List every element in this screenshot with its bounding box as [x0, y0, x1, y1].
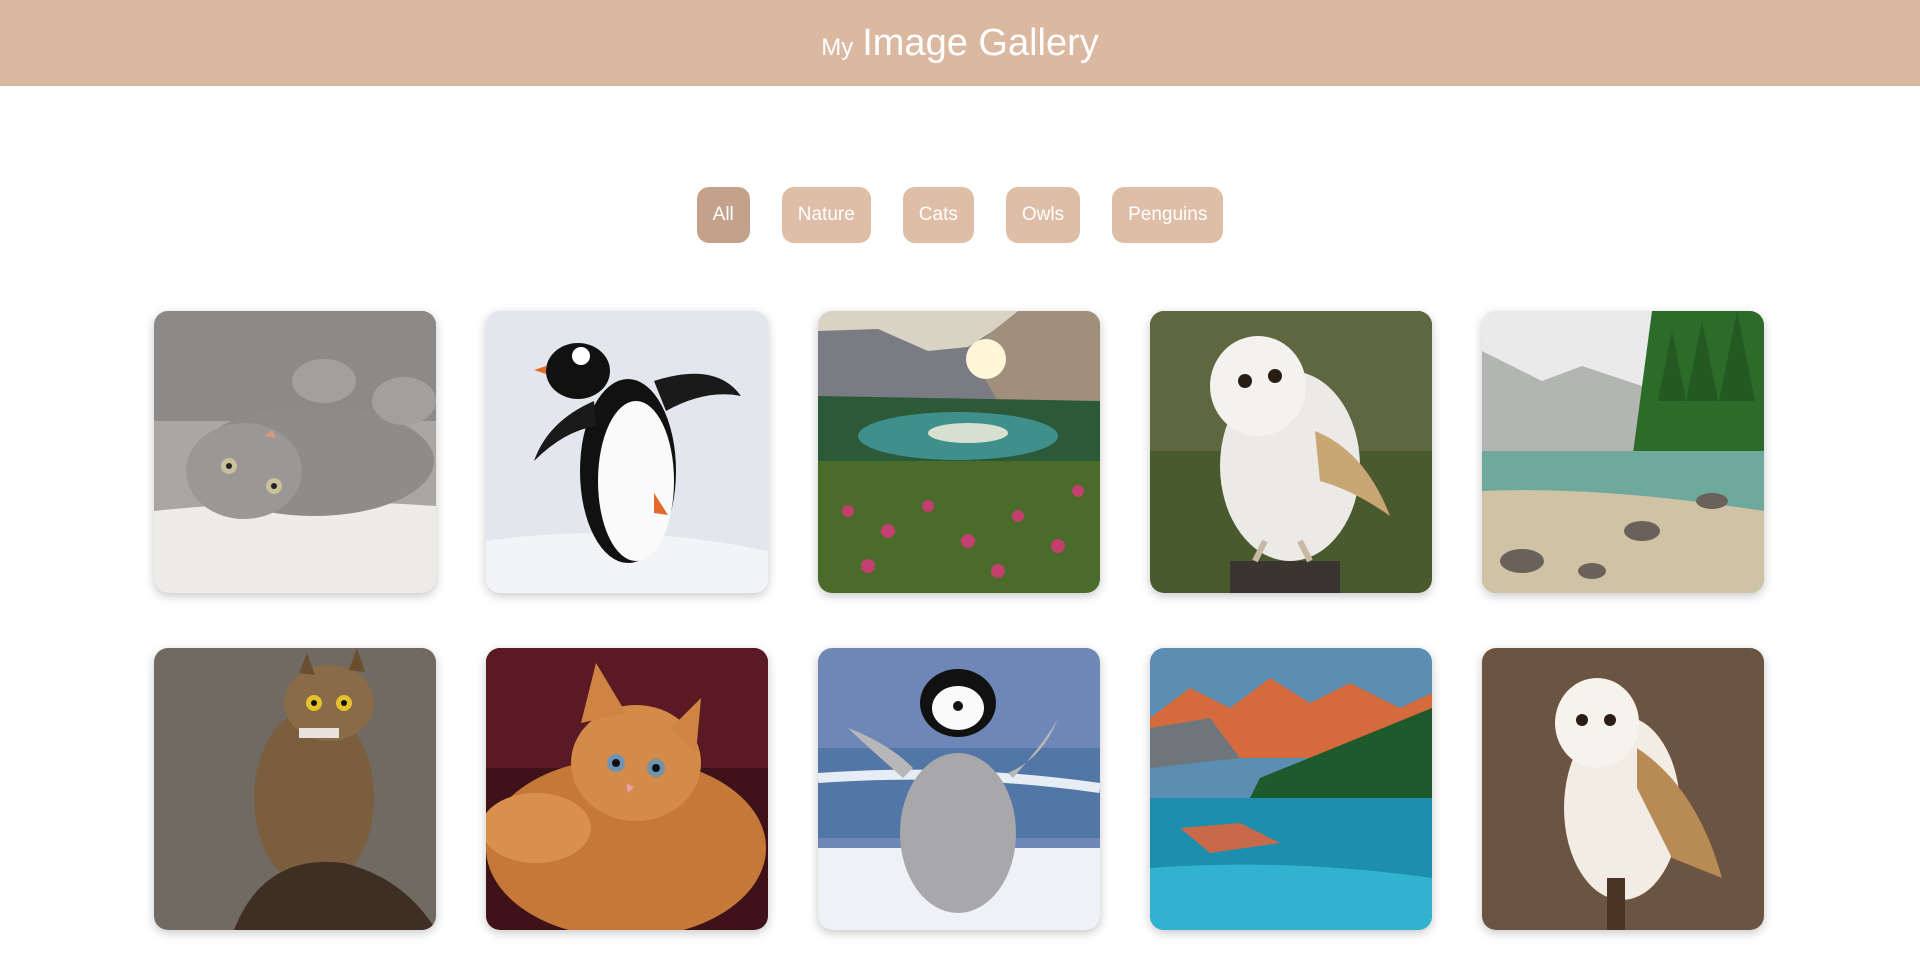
gallery-image-alpine-lake[interactable] [1482, 311, 1764, 593]
cat-photo [154, 311, 436, 593]
gallery-image-mountain-lake[interactable] [818, 311, 1100, 593]
image-grid [154, 311, 1764, 930]
kitten-photo [486, 648, 768, 930]
filter-cats-button[interactable]: Cats [902, 187, 974, 243]
gallery-image-cat[interactable] [154, 311, 436, 593]
gallery-image-penguin-chick[interactable] [818, 648, 1100, 930]
category-filters: All Nature Cats Owls Penguins [0, 187, 1920, 243]
title-main: Image Gallery [862, 21, 1099, 64]
turquoise-lake-photo [1150, 648, 1432, 930]
gallery-image-horned-owl[interactable] [154, 648, 436, 930]
filter-all-button[interactable]: All [696, 187, 750, 243]
horned-owl-photo [154, 648, 436, 930]
header-bar: My Image Gallery [0, 0, 1920, 86]
gallery-image-penguin[interactable] [486, 311, 768, 593]
gallery-image-barn-owl[interactable] [1150, 311, 1432, 593]
filter-owls-button[interactable]: Owls [1005, 187, 1081, 243]
alpine-lake-photo [1482, 311, 1764, 593]
gallery-image-barn-owl-branch[interactable] [1482, 648, 1764, 930]
barn-owl-photo [1150, 311, 1432, 593]
title-prefix: My [821, 33, 854, 61]
filter-nature-button[interactable]: Nature [781, 187, 871, 243]
gallery-image-kitten[interactable] [486, 648, 768, 930]
penguin-chick-photo [818, 648, 1100, 930]
page-title: My Image Gallery [821, 22, 1099, 65]
filter-penguins-button[interactable]: Penguins [1112, 187, 1224, 243]
barn-owl-branch-photo [1482, 648, 1764, 930]
gallery-image-turquoise-lake[interactable] [1150, 648, 1432, 930]
mountain-lake-photo [818, 311, 1100, 593]
penguin-photo [486, 311, 768, 593]
